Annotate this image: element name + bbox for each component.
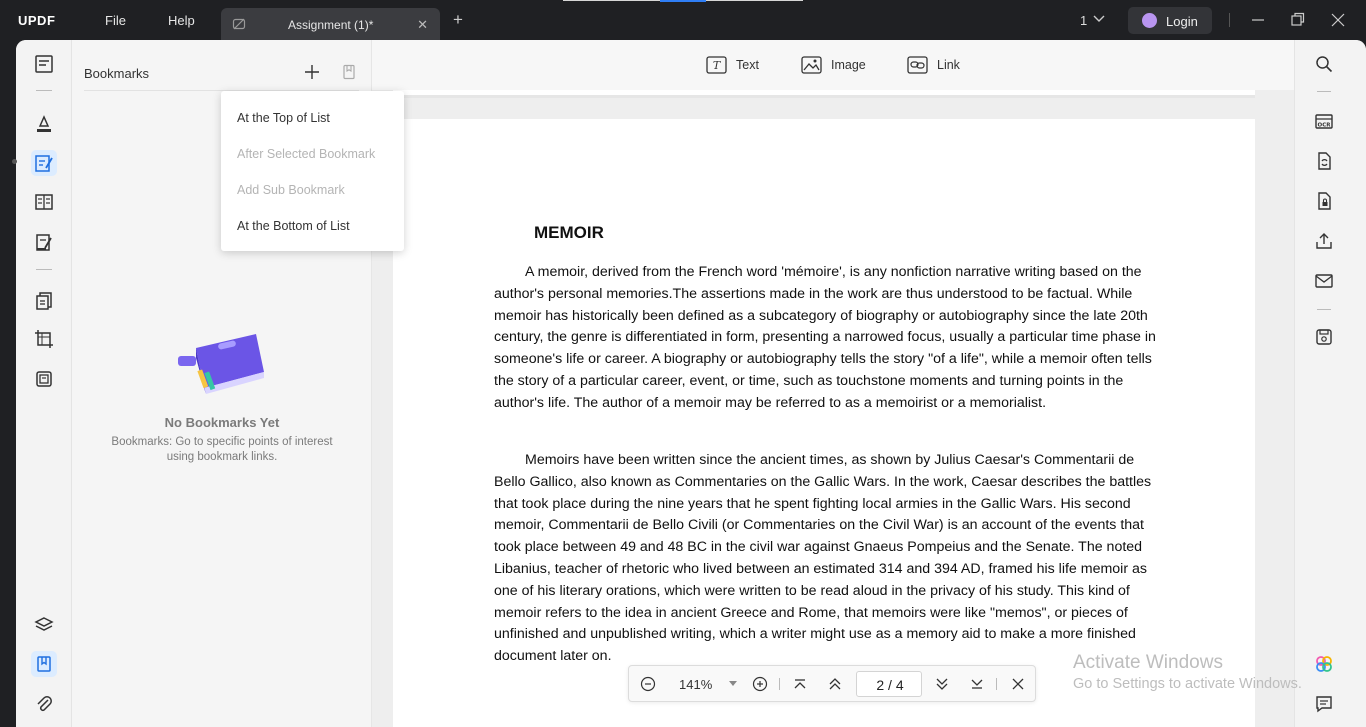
fill-sign-icon[interactable]: [34, 232, 54, 252]
total-pages: 4: [895, 677, 904, 693]
close-navigator-icon[interactable]: [1011, 676, 1025, 692]
convert-pdf-icon[interactable]: [1314, 151, 1334, 171]
zoom-page-navigator: 141% 2 / 4: [628, 665, 1036, 702]
paragraph-2[interactable]: Memoirs have been written since the anci…: [494, 450, 1164, 668]
menu-item-after-selected: After Selected Bookmark: [237, 147, 376, 161]
menu-item-top-of-list[interactable]: At the Top of List: [237, 111, 330, 125]
toolbar-divider: [1317, 309, 1331, 310]
document-heading[interactable]: MEMOIR: [534, 223, 604, 243]
bookmark-icon[interactable]: [34, 654, 54, 674]
page-indicator: 2 / 4: [857, 677, 923, 693]
svg-text:OCR: OCR: [1318, 123, 1332, 129]
add-image-label: Image: [831, 58, 866, 72]
title-bar: UPDF File Help Assignment (1)* ✕ + 1 Log…: [0, 0, 1366, 40]
save-icon[interactable]: [1314, 327, 1334, 347]
reader-icon[interactable]: [34, 54, 54, 74]
pdf-page[interactable]: MEMOIR A memoir, derived from the French…: [393, 119, 1255, 727]
restore-icon[interactable]: [1291, 12, 1305, 28]
bookmark-flag-icon[interactable]: [342, 64, 356, 80]
bookmarks-title: Bookmarks: [84, 66, 150, 81]
edit-off-icon: [232, 18, 246, 30]
pager-divider: [779, 678, 780, 690]
next-page-icon[interactable]: [935, 676, 949, 692]
comment-highlight-icon[interactable]: [34, 114, 54, 134]
previous-page: [393, 90, 1255, 98]
chat-icon[interactable]: [1314, 694, 1334, 714]
panel-indicator-dot: [12, 159, 17, 164]
ai-assistant-icon[interactable]: [1314, 654, 1334, 674]
add-bookmark-button[interactable]: [303, 63, 321, 81]
image-icon: [801, 56, 822, 74]
previous-page-icon[interactable]: [828, 676, 842, 692]
search-icon[interactable]: [1314, 54, 1334, 74]
document-tab[interactable]: Assignment (1)* ✕: [221, 8, 440, 40]
app-logo: UPDF: [18, 13, 56, 28]
email-icon[interactable]: [1314, 271, 1334, 291]
add-bookmark-menu: At the Top of List After Selected Bookma…: [221, 91, 404, 251]
add-text-label: Text: [736, 58, 759, 72]
ocr-icon[interactable]: OCR: [1314, 111, 1334, 131]
tab-close-icon[interactable]: ✕: [417, 17, 428, 33]
svg-text:T: T: [713, 59, 722, 72]
page-organize-icon[interactable]: [34, 192, 54, 212]
pager-divider: [996, 678, 997, 690]
convert-icon[interactable]: [34, 291, 54, 311]
top-indicator-active: [660, 0, 706, 2]
tab-title: Assignment (1)*: [288, 18, 374, 32]
avatar-icon: [1142, 13, 1157, 28]
zoom-dropdown-icon[interactable]: [728, 679, 738, 687]
empty-bookmarks-illustration: [178, 334, 264, 394]
menu-help[interactable]: Help: [168, 13, 195, 28]
current-page: 2: [876, 677, 885, 693]
activation-watermark-subtitle: Go to Settings to activate Windows.: [1073, 676, 1302, 692]
empty-state-title: No Bookmarks Yet: [164, 415, 280, 430]
document-count[interactable]: 1: [1080, 13, 1087, 28]
page-separator: /: [888, 677, 892, 693]
page-number-input[interactable]: 2 / 4: [856, 671, 922, 697]
empty-state-description: Bookmarks: Go to specific points of inte…: [111, 436, 333, 463]
share-icon[interactable]: [1314, 231, 1334, 251]
close-window-icon[interactable]: [1331, 12, 1345, 28]
chevron-down-icon[interactable]: [1093, 14, 1105, 24]
toolbar-divider: [36, 90, 52, 91]
new-tab-icon[interactable]: +: [453, 11, 463, 28]
first-page-icon[interactable]: [793, 676, 807, 692]
protect-icon[interactable]: [1314, 191, 1334, 211]
menu-item-add-sub-bookmark: Add Sub Bookmark: [237, 183, 345, 197]
left-toolbar: [16, 40, 72, 727]
crop-icon[interactable]: [34, 329, 54, 349]
edit-toolbar: T Text Image Link: [372, 40, 1294, 90]
paragraph-1[interactable]: A memoir, derived from the French word '…: [494, 262, 1164, 415]
toolbar-divider: [1317, 91, 1331, 92]
toolbar-divider: [36, 269, 52, 270]
activation-watermark-title: Activate Windows: [1073, 652, 1223, 673]
login-label: Login: [1166, 14, 1198, 29]
titlebar-divider: [1229, 13, 1230, 27]
text-box-icon: T: [706, 56, 727, 74]
login-button[interactable]: Login: [1128, 7, 1212, 34]
last-page-icon[interactable]: [970, 676, 984, 692]
app-window: Bookmarks No Bookmarks Yet Bookmarks: Go…: [16, 40, 1366, 727]
attachment-icon[interactable]: [34, 694, 54, 714]
menu-file[interactable]: File: [105, 13, 126, 28]
document-viewport[interactable]: T Text Image Link MEMOIR A memoir, deriv…: [372, 40, 1294, 727]
add-link-label: Link: [937, 58, 960, 72]
zoom-level[interactable]: 141%: [679, 677, 712, 692]
zoom-in-icon[interactable]: [752, 676, 768, 692]
layers-icon[interactable]: [34, 615, 54, 635]
minimize-icon[interactable]: [1251, 12, 1265, 28]
link-icon: [907, 56, 928, 74]
zoom-out-icon[interactable]: [640, 676, 656, 692]
menu-item-bottom-of-list[interactable]: At the Bottom of List: [237, 219, 350, 233]
page-tools-icon[interactable]: [34, 369, 54, 389]
edit-pdf-icon[interactable]: [34, 153, 54, 173]
right-toolbar: OCR: [1294, 40, 1366, 727]
